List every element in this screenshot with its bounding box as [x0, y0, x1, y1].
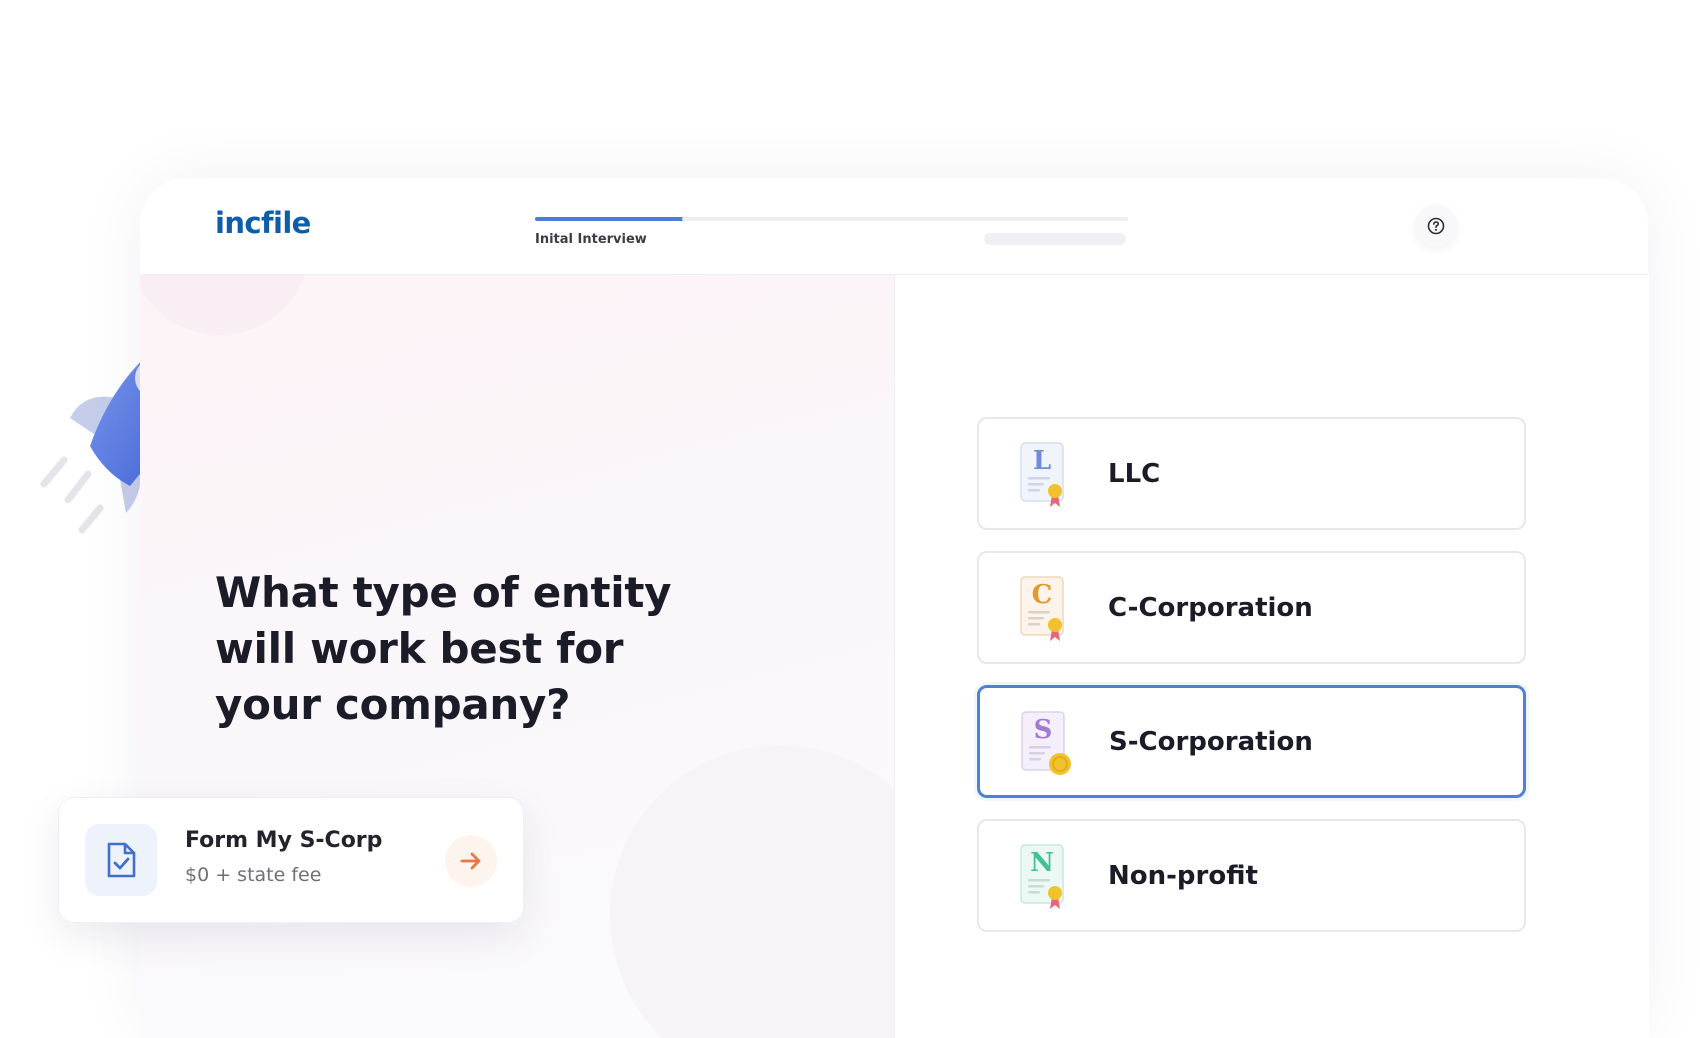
svg-text:S: S	[1034, 715, 1053, 745]
option-label: S-Corporation	[1109, 726, 1313, 757]
question-heading: What type of entity will work best for y…	[215, 568, 672, 729]
cta-title: Form My S-Corp	[185, 828, 383, 853]
step-label-skeleton	[984, 233, 1126, 245]
progress-step-2	[682, 217, 834, 221]
non-profit-certificate-icon: N	[1020, 844, 1064, 909]
background-blob	[610, 745, 894, 1038]
background-blob	[140, 275, 310, 335]
option-c-corporation[interactable]: C C-Corporation	[977, 551, 1526, 664]
form-my-s-corp-card[interactable]: Form My S-Corp $0 + state fee	[58, 797, 524, 923]
option-label: C-Corporation	[1108, 592, 1313, 623]
question-circle-icon	[1427, 217, 1445, 235]
option-s-corporation[interactable]: S S-Corporation	[977, 685, 1526, 798]
option-llc[interactable]: L LLC	[977, 417, 1526, 530]
cta-arrow-button[interactable]	[445, 835, 497, 887]
cta-subtitle: $0 + state fee	[185, 864, 322, 886]
option-non-profit[interactable]: N Non-profit	[977, 819, 1526, 932]
llc-certificate-icon: L	[1020, 442, 1064, 507]
progress-step-4	[976, 217, 1128, 221]
svg-text:L: L	[1033, 446, 1051, 476]
document-check-icon	[107, 842, 136, 878]
top-bar: incfile Inital Interview	[140, 178, 1648, 275]
c-corporation-certificate-icon: C	[1020, 576, 1064, 641]
step-label: Inital Interview	[535, 232, 647, 247]
progress-step-3	[829, 217, 981, 221]
help-button[interactable]	[1415, 205, 1457, 247]
option-label: LLC	[1108, 458, 1161, 489]
svg-text:C: C	[1032, 580, 1053, 610]
s-corporation-certificate-icon: S	[1021, 711, 1071, 775]
incfile-logo[interactable]: incfile	[215, 206, 311, 240]
cta-icon-box	[85, 824, 157, 896]
arrow-right-icon	[460, 852, 481, 870]
progress-step-1	[535, 217, 687, 221]
option-label: Non-profit	[1108, 860, 1258, 891]
svg-text:N: N	[1030, 848, 1054, 878]
